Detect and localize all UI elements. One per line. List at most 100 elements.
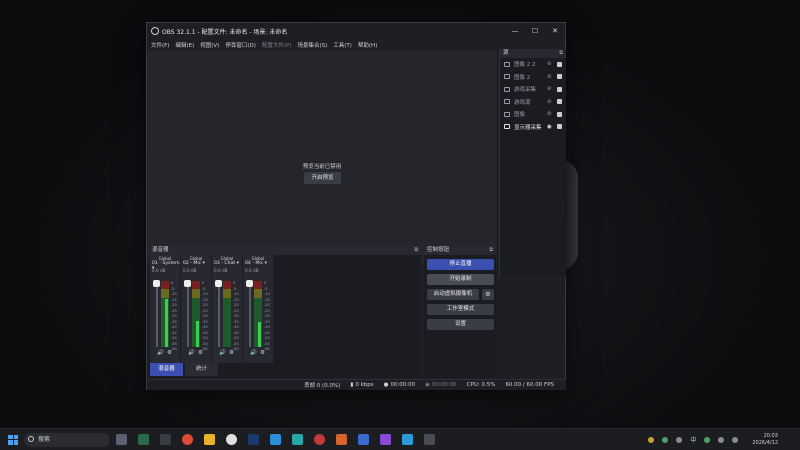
- meter-scale-tick: -20: [202, 303, 208, 307]
- app-icon[interactable]: [424, 434, 435, 445]
- visibility-hidden-icon[interactable]: ⊘: [547, 99, 553, 105]
- app-icon[interactable]: [402, 434, 413, 445]
- volume-slider-track[interactable]: [249, 281, 251, 347]
- virtual-camera-gear-icon[interactable]: ⚙: [482, 289, 494, 300]
- source-item[interactable]: 游戏采集 ⊘: [500, 83, 566, 96]
- source-item[interactable]: 图像 2 ⊘: [500, 71, 566, 84]
- network-icon[interactable]: [676, 436, 683, 443]
- channel-settings-icon[interactable]: ⚙: [260, 350, 265, 356]
- channel-name[interactable]: 01 - System ▾: [150, 261, 180, 271]
- undock-icon[interactable]: ⧉: [559, 49, 563, 58]
- steam-icon[interactable]: [248, 434, 259, 445]
- meter-scale-tick: -40: [202, 325, 208, 329]
- taskbar-search[interactable]: 搜索: [24, 432, 110, 447]
- lock-icon[interactable]: [557, 124, 562, 130]
- title-bar[interactable]: OBS 32.1.1 - 配置文件: 未命名 - 场景: 未命名 — ☐ ✕: [147, 23, 565, 39]
- lock-icon[interactable]: [557, 74, 562, 80]
- speaker-icon[interactable]: 🔊: [157, 350, 164, 356]
- channel-settings-icon[interactable]: ⚙: [229, 350, 234, 356]
- visibility-hidden-icon[interactable]: ⊘: [547, 61, 553, 67]
- app-icon[interactable]: [160, 434, 171, 445]
- dropdown-arrow-icon[interactable]: ▾: [203, 261, 205, 266]
- visibility-hidden-icon[interactable]: ⊘: [547, 111, 553, 117]
- task-view-icon[interactable]: [116, 434, 127, 445]
- undock-icon[interactable]: ⧉: [489, 246, 493, 255]
- menu-tools[interactable]: 工具(T): [333, 41, 352, 49]
- menu-scene-collection[interactable]: 场景集合(S): [297, 41, 327, 49]
- ime-indicator[interactable]: 中: [690, 435, 696, 444]
- app-icon[interactable]: [358, 434, 369, 445]
- windows-start-icon[interactable]: [8, 434, 18, 445]
- maximize-button[interactable]: ☐: [525, 27, 545, 35]
- lock-icon[interactable]: [557, 86, 562, 92]
- source-item[interactable]: 显示器采集 ◉: [500, 121, 566, 134]
- tab-stats[interactable]: 统计: [185, 363, 218, 376]
- channel-name[interactable]: 02 - Mic ▾: [181, 261, 211, 267]
- speaker-icon[interactable]: 🔊: [219, 350, 226, 356]
- lock-icon[interactable]: [557, 111, 562, 117]
- volume-slider-track[interactable]: [156, 281, 158, 347]
- search-icon: [28, 435, 34, 442]
- menu-help[interactable]: 帮助(H): [358, 41, 377, 49]
- minimize-button[interactable]: —: [505, 27, 525, 35]
- menu-profile[interactable]: 配置文件(P): [262, 41, 292, 49]
- start-virtual-camera-button[interactable]: 启动虚拟摄像机: [427, 289, 479, 300]
- volume-slider-track[interactable]: [218, 281, 220, 347]
- channel-settings-icon[interactable]: ⚙: [198, 350, 203, 356]
- close-button[interactable]: ✕: [545, 27, 565, 35]
- source-item[interactable]: 图像 ⊘: [500, 108, 566, 121]
- source-item[interactable]: 游戏源 ⊘: [500, 96, 566, 109]
- terminal-icon[interactable]: [138, 434, 149, 445]
- taskbar: 搜索 中 20:03 2026/4/12: [0, 428, 800, 450]
- fps: 60.00 / 60.00 FPS: [505, 382, 554, 388]
- volume-slider-handle[interactable]: [215, 280, 222, 287]
- visibility-hidden-icon[interactable]: ⊘: [547, 86, 553, 92]
- lock-icon[interactable]: [557, 99, 562, 105]
- tray-app-icon[interactable]: [662, 436, 669, 443]
- menu-edit[interactable]: 编辑(E): [175, 41, 194, 49]
- enable-preview-button[interactable]: 开启预览: [304, 172, 341, 184]
- visibility-hidden-icon[interactable]: ⊘: [547, 74, 553, 80]
- meter-scale-tick: -40: [171, 325, 177, 329]
- meter-scale-tick: -50: [233, 336, 239, 340]
- chrome-icon[interactable]: [182, 434, 193, 445]
- stop-streaming-button[interactable]: 停止直播: [427, 259, 494, 270]
- volume-slider-track[interactable]: [187, 281, 189, 347]
- obs-icon[interactable]: [226, 434, 237, 445]
- wifi-icon[interactable]: [718, 436, 725, 443]
- menu-file[interactable]: 文件(F): [151, 41, 169, 49]
- menu-view[interactable]: 视图(V): [200, 41, 219, 49]
- speaker-icon[interactable]: 🔊: [188, 350, 195, 356]
- app-icon[interactable]: [270, 434, 281, 445]
- tray-app-icon[interactable]: [648, 436, 655, 443]
- studio-mode-button[interactable]: 工作室模式: [427, 304, 494, 315]
- dropdown-arrow-icon[interactable]: ▾: [237, 261, 239, 266]
- mixer-channels: Global 01 - System ▾ 0.0 dB 0 -5 -10 -15 -20 -25…: [150, 255, 274, 363]
- menu-docks[interactable]: 停靠窗口(D): [225, 41, 256, 49]
- file-explorer-icon[interactable]: [204, 434, 215, 445]
- volume-icon[interactable]: [732, 436, 739, 443]
- start-recording-button[interactable]: 开始录制: [427, 274, 494, 285]
- lock-icon[interactable]: [557, 61, 562, 67]
- channel-name[interactable]: 03 - Chat ▾: [212, 261, 242, 267]
- channel-name[interactable]: 04 - Mic ▾: [243, 261, 273, 267]
- meter-scale: 0 -5 -10 -15 -20 -25 -30 -35 -40 -45 -50 -55 -60: [202, 281, 208, 353]
- window-title: OBS 32.1.1 - 配置文件: 未命名 - 场景: 未命名: [162, 28, 288, 36]
- channel-settings-icon[interactable]: ⚙: [167, 350, 172, 356]
- settings-button[interactable]: 设置: [427, 319, 494, 330]
- eye-icon[interactable]: ◉: [547, 124, 553, 130]
- app-icon[interactable]: [292, 434, 303, 445]
- volume-slider-handle[interactable]: [153, 280, 160, 287]
- tab-mixer[interactable]: 混音器: [150, 363, 183, 376]
- volume-slider-handle[interactable]: [246, 280, 253, 287]
- source-item[interactable]: 图像 2 2 ⊘: [500, 58, 566, 71]
- undock-icon[interactable]: ⧉: [414, 246, 418, 255]
- wechat-icon[interactable]: [704, 436, 711, 443]
- dropdown-arrow-icon[interactable]: ▾: [265, 261, 267, 266]
- clock[interactable]: 20:03 2026/4/12: [752, 433, 778, 447]
- app-icon[interactable]: [380, 434, 391, 445]
- volume-slider-handle[interactable]: [184, 280, 191, 287]
- speaker-icon[interactable]: 🔊: [250, 350, 257, 356]
- app-icon[interactable]: [336, 434, 347, 445]
- app-icon[interactable]: [314, 434, 325, 445]
